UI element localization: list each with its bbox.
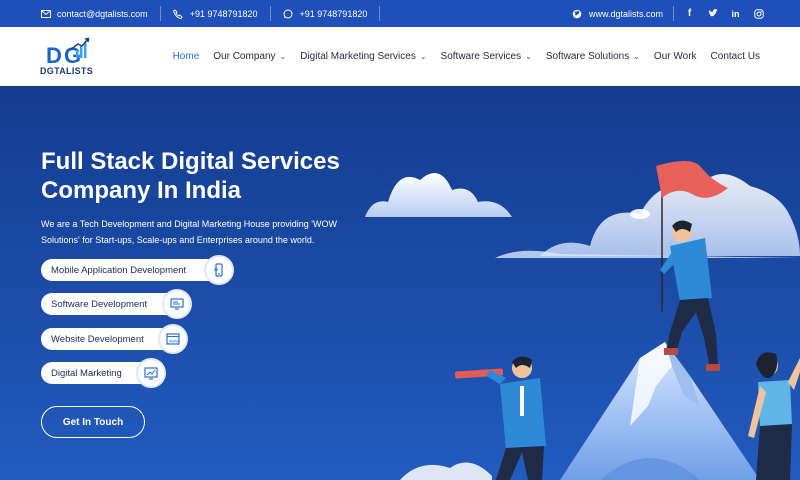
nav-our-work-label: Our Work	[653, 51, 697, 62]
phone-text: +91 9748791820	[189, 8, 258, 19]
globe-icon	[572, 8, 583, 19]
top-bar: contact@dgtalists.com +91 9748791820 +91…	[0, 0, 800, 27]
website-link[interactable]: www.dgtalists.com	[572, 0, 663, 27]
nav-our-company[interactable]: Our Company ⌄	[213, 51, 286, 62]
phone-icon	[173, 8, 184, 19]
main-navbar: D G DGTALISTS Home Our Company ⌄ Digital …	[0, 27, 800, 86]
whatsapp-text: +91 9748791820	[299, 8, 368, 19]
woman-figure	[748, 352, 800, 480]
hero-title: Full Stack Digital Services Company In I…	[41, 148, 340, 204]
nav-our-company-label: Our Company	[213, 51, 276, 62]
telescope-figure	[454, 356, 546, 480]
marketing-icon	[136, 358, 166, 388]
top-bar-right: www.dgtalists.com f in	[572, 0, 764, 27]
nav-contact-us-label: Contact Us	[710, 51, 760, 62]
whatsapp-link[interactable]: +91 9748791820	[271, 0, 380, 27]
nav-our-work[interactable]: Our Work	[654, 51, 697, 62]
email-text: contact@dgtalists.com	[57, 8, 148, 19]
chevron-down-icon: ⌄	[419, 52, 427, 61]
social-links: f in	[673, 6, 764, 21]
nav-menu: Home Our Company ⌄ Digital Marketing Serv…	[173, 27, 760, 86]
service-label: Mobile Application Development	[51, 264, 187, 276]
chevron-down-icon: ⌄	[279, 52, 287, 61]
svg-text:G: G	[64, 43, 81, 68]
nav-digital-marketing-services[interactable]: Digital Marketing Services ⌄	[300, 51, 426, 62]
software-icon	[162, 289, 192, 319]
service-pill-digital-marketing[interactable]: Digital Marketing	[41, 358, 166, 388]
website-text: www.dgtalists.com	[588, 8, 663, 19]
nav-contact-us[interactable]: Contact Us	[711, 51, 760, 62]
get-in-touch-button[interactable]: Get In Touch	[41, 406, 145, 438]
chevron-down-icon: ⌄	[525, 52, 532, 61]
website-icon: www	[158, 324, 188, 354]
mobile-app-icon	[204, 255, 234, 285]
phone-link[interactable]: +91 9748791820	[161, 0, 270, 27]
nav-software-solutions[interactable]: Software Solutions ⌄	[546, 51, 640, 62]
brand-logo[interactable]: D G DGTALISTS	[40, 36, 94, 78]
service-label: Software Development	[51, 298, 148, 310]
hero-section: Full Stack Digital Services Company In I…	[0, 86, 800, 480]
divider	[379, 6, 381, 21]
hero-lead: We are a Tech Development and Digital Ma…	[41, 219, 338, 245]
nav-home[interactable]: Home	[173, 51, 200, 62]
nav-software-solutions-label: Software Solutions	[545, 51, 630, 62]
nav-digital-marketing-label: Digital Marketing Services	[300, 51, 416, 62]
linkedin-icon[interactable]: in	[730, 8, 741, 19]
cloud-bottom	[400, 462, 492, 480]
email-link[interactable]: contact@dgtalists.com	[0, 0, 160, 27]
chevron-down-icon: ⌄	[633, 52, 640, 61]
service-label: Digital Marketing	[51, 367, 122, 379]
logo-mark-icon: D G	[46, 37, 90, 68]
service-pill-software[interactable]: Software Development	[41, 289, 192, 319]
service-label: Website Development	[51, 333, 144, 345]
svg-text:www: www	[169, 339, 179, 344]
nav-software-services[interactable]: Software Services ⌄	[441, 51, 532, 62]
twitter-icon[interactable]	[707, 8, 718, 19]
nav-software-services-label: Software Services	[440, 51, 522, 62]
service-pill-mobile-app[interactable]: Mobile Application Development	[41, 255, 234, 285]
logo-text: DGTALISTS	[40, 66, 94, 76]
instagram-icon[interactable]	[753, 8, 764, 19]
svg-text:D: D	[46, 43, 62, 68]
facebook-icon[interactable]: f	[684, 8, 695, 19]
whatsapp-icon	[283, 8, 294, 19]
nav-home-label: Home	[172, 51, 200, 62]
mail-icon	[40, 8, 51, 19]
service-pill-website[interactable]: Website Development www	[41, 324, 188, 354]
cloud-left	[365, 172, 512, 217]
mountain	[560, 342, 760, 480]
cloud-small	[630, 209, 650, 219]
